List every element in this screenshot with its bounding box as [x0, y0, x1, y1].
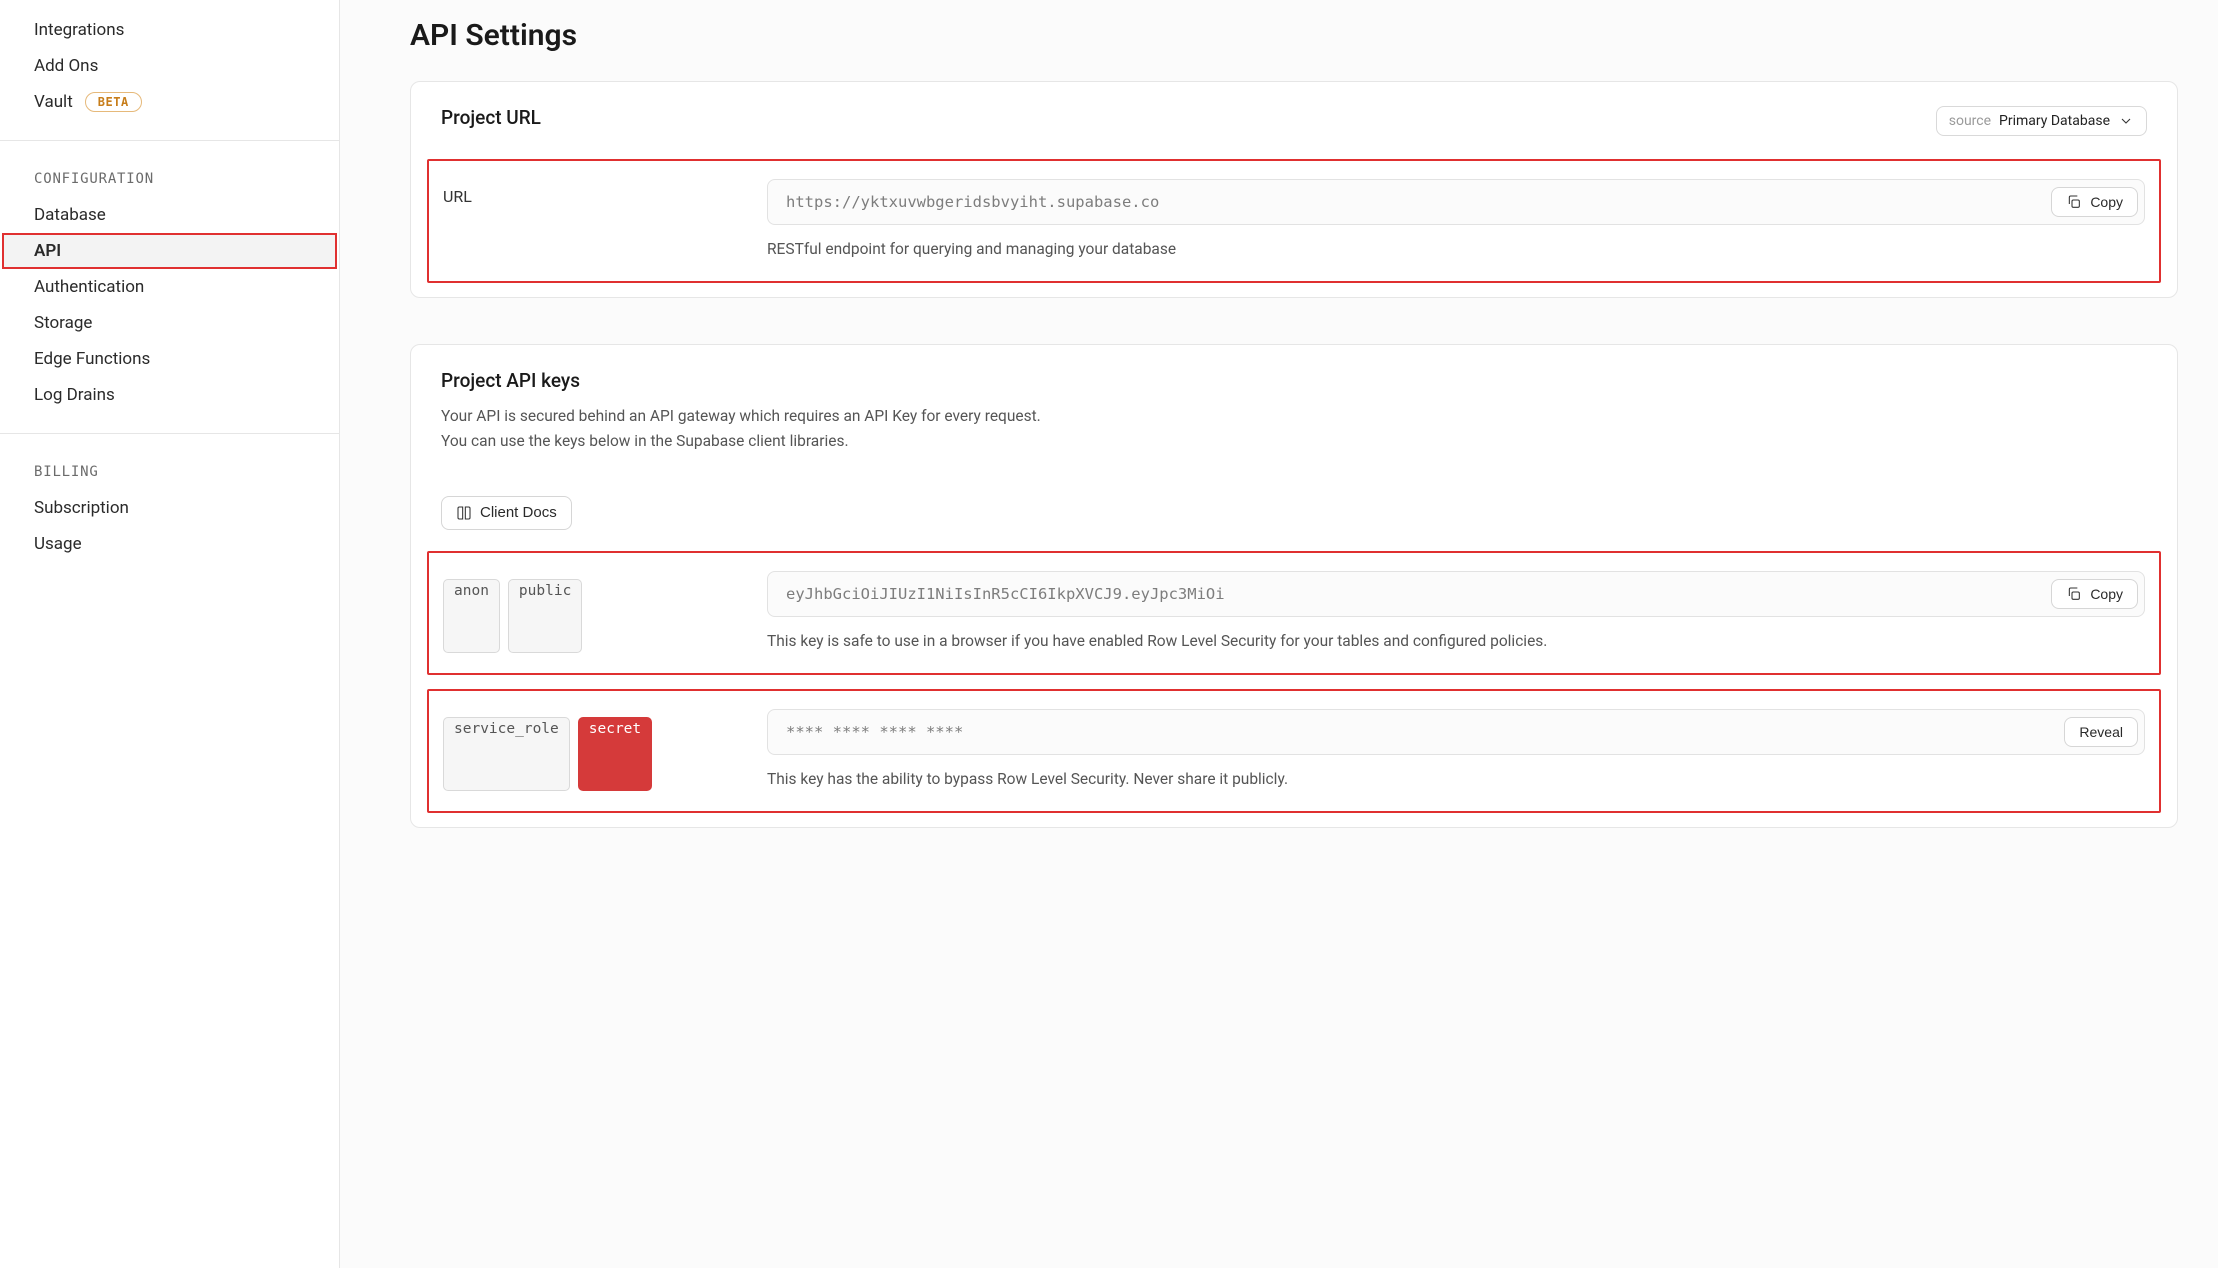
anon-tag: anon [443, 579, 500, 653]
sidebar-item-usage[interactable]: Usage [0, 526, 339, 562]
copy-label: Copy [2090, 586, 2123, 602]
anon-key-hint: This key is safe to use in a browser if … [767, 629, 2145, 653]
sidebar-item-add-ons[interactable]: Add Ons [0, 48, 339, 84]
book-icon [456, 505, 472, 521]
client-docs-button[interactable]: Client Docs [441, 496, 572, 530]
project-url-row: URL https://yktxuvwbgeridsbvyiht.supabas… [427, 159, 2161, 283]
panel-title: Project API keys [441, 369, 2147, 392]
url-value: https://yktxuvwbgeridsbvyiht.supabase.co [786, 193, 2051, 211]
service-role-tag: service_role [443, 717, 570, 791]
secret-tag: secret [578, 717, 652, 791]
row-label: service_role secret [443, 709, 743, 791]
row-content: https://yktxuvwbgeridsbvyiht.supabase.co… [767, 179, 2145, 261]
sidebar: Integrations Add Ons Vault BETA CONFIGUR… [0, 0, 340, 1268]
page-title: API Settings [410, 18, 2178, 53]
row-label: URL [443, 179, 743, 261]
service-role-value: **** **** **** **** [786, 723, 2064, 741]
sidebar-item-authentication[interactable]: Authentication [0, 269, 339, 305]
source-value: Primary Database [1999, 113, 2110, 129]
sidebar-item-label: API [34, 241, 61, 261]
url-value-box: https://yktxuvwbgeridsbvyiht.supabase.co… [767, 179, 2145, 225]
sidebar-item-label: Database [34, 205, 106, 225]
desc-line: Your API is secured behind an API gatewa… [441, 407, 1041, 425]
sidebar-item-edge-functions[interactable]: Edge Functions [0, 341, 339, 377]
desc-line: You can use the keys below in the Supaba… [441, 432, 849, 450]
copy-anon-key-button[interactable]: Copy [2051, 579, 2138, 609]
service-role-value-box: **** **** **** **** Reveal [767, 709, 2145, 755]
service-role-key-row: service_role secret **** **** **** **** … [427, 689, 2161, 813]
anon-key-row: anon public eyJhbGciOiJIUzI1NiIsInR5cCI6… [427, 551, 2161, 675]
panel-title: Project URL [441, 106, 541, 129]
url-hint: RESTful endpoint for querying and managi… [767, 237, 2145, 261]
sidebar-heading: CONFIGURATION [0, 153, 339, 197]
sidebar-item-label: Add Ons [34, 56, 98, 76]
panel-header: Project API keys Your API is secured beh… [411, 345, 2177, 478]
service-role-hint: This key has the ability to bypass Row L… [767, 767, 2145, 791]
anon-key-value-box: eyJhbGciOiJIUzI1NiIsInR5cCI6IkpXVCJ9.eyJ… [767, 571, 2145, 617]
reveal-label: Reveal [2079, 724, 2123, 740]
sidebar-item-vault[interactable]: Vault BETA [0, 84, 339, 120]
sidebar-group-top: Integrations Add Ons Vault BETA [0, 0, 339, 141]
source-select[interactable]: source Primary Database [1936, 106, 2147, 136]
copy-icon [2066, 586, 2082, 602]
sidebar-item-label: Vault [34, 92, 73, 112]
api-keys-panel: Project API keys Your API is secured beh… [410, 344, 2178, 828]
project-url-panel: Project URL source Primary Database URL … [410, 81, 2178, 298]
sidebar-item-label: Log Drains [34, 385, 115, 405]
sidebar-item-api[interactable]: API [2, 233, 337, 269]
sidebar-group-billing: BILLING Subscription Usage [0, 434, 339, 582]
reveal-service-role-button[interactable]: Reveal [2064, 717, 2138, 747]
sidebar-item-label: Edge Functions [34, 349, 150, 369]
sidebar-item-integrations[interactable]: Integrations [0, 12, 339, 48]
sidebar-item-label: Subscription [34, 498, 129, 518]
panel-header: Project URL source Primary Database [411, 82, 2177, 160]
source-label: source [1949, 113, 1991, 129]
sidebar-item-label: Storage [34, 313, 92, 333]
sidebar-item-label: Usage [34, 534, 82, 554]
copy-label: Copy [2090, 194, 2123, 210]
client-docs-label: Client Docs [480, 504, 557, 521]
sidebar-heading: BILLING [0, 446, 339, 490]
chevron-down-icon [2118, 113, 2134, 129]
sidebar-item-label: Authentication [34, 277, 144, 297]
sidebar-item-storage[interactable]: Storage [0, 305, 339, 341]
row-label: anon public [443, 571, 743, 653]
copy-url-button[interactable]: Copy [2051, 187, 2138, 217]
row-content: **** **** **** **** Reveal This key has … [767, 709, 2145, 791]
client-docs-row: Client Docs [411, 478, 2177, 552]
panel-description: Your API is secured behind an API gatewa… [441, 404, 1201, 454]
anon-key-value: eyJhbGciOiJIUzI1NiIsInR5cCI6IkpXVCJ9.eyJ… [786, 585, 2051, 603]
copy-icon [2066, 194, 2082, 210]
main-content: API Settings Project URL source Primary … [340, 0, 2218, 1268]
public-tag: public [508, 579, 582, 653]
sidebar-item-subscription[interactable]: Subscription [0, 490, 339, 526]
sidebar-group-configuration: CONFIGURATION Database API Authenticatio… [0, 141, 339, 434]
sidebar-item-label: Integrations [34, 20, 124, 40]
row-content: eyJhbGciOiJIUzI1NiIsInR5cCI6IkpXVCJ9.eyJ… [767, 571, 2145, 653]
sidebar-item-database[interactable]: Database [0, 197, 339, 233]
beta-badge: BETA [85, 92, 142, 112]
sidebar-item-log-drains[interactable]: Log Drains [0, 377, 339, 413]
